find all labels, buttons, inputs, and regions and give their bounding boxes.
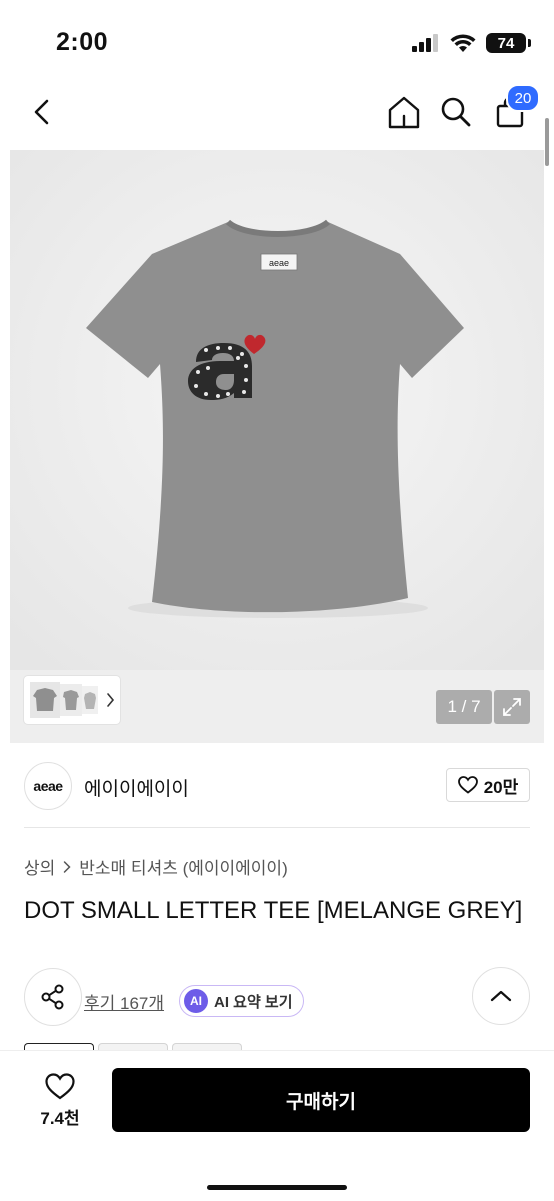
cart-count-badge: 20 bbox=[506, 84, 540, 112]
heart-outline-icon bbox=[45, 1073, 75, 1100]
page-scrollbar[interactable] bbox=[545, 118, 549, 166]
status-indicators: 74 bbox=[412, 33, 531, 53]
product-image-gallery[interactable]: aeae 1 / 7 bbox=[10, 150, 544, 743]
chevron-left-icon bbox=[34, 99, 49, 125]
breadcrumb-category[interactable]: 상의 bbox=[24, 854, 55, 879]
status-bar: 2:00 74 bbox=[0, 0, 554, 80]
heart-outline-icon bbox=[457, 776, 478, 794]
brand-like-button[interactable]: 20만 bbox=[446, 768, 530, 802]
product-title: DOT SMALL LETTER TEE [MELANGE GREY] bbox=[24, 897, 523, 924]
chevron-right-icon bbox=[64, 860, 71, 873]
brand-name[interactable]: 에이이에이이 bbox=[84, 774, 189, 801]
image-page-counter: 1 / 7 bbox=[436, 690, 492, 724]
tee-tag-label: aeae bbox=[269, 258, 289, 268]
review-count-link[interactable]: 후기 167개 bbox=[84, 989, 164, 1014]
breadcrumb: 상의 반소매 티셔츠 (에이이에이이) bbox=[24, 854, 288, 879]
ai-summary-button[interactable]: AI AI 요약 보기 bbox=[179, 985, 304, 1017]
chevron-up-icon bbox=[490, 990, 512, 1002]
share-icon bbox=[41, 984, 64, 1010]
thumbnail-strip[interactable] bbox=[24, 676, 120, 724]
home-button[interactable] bbox=[384, 92, 424, 132]
section-divider bbox=[24, 827, 530, 828]
battery-indicator: 74 bbox=[486, 33, 531, 53]
buy-button[interactable]: 구매하기 bbox=[112, 1068, 530, 1132]
brand-logo[interactable]: aeae bbox=[24, 762, 72, 810]
search-button[interactable] bbox=[436, 92, 476, 132]
ai-summary-label: AI 요약 보기 bbox=[214, 993, 293, 1011]
wishlist-button[interactable]: 7.4천 bbox=[28, 1069, 92, 1133]
search-icon bbox=[441, 97, 471, 127]
cart-button[interactable]: 20 bbox=[490, 84, 540, 132]
scroll-to-top-button[interactable] bbox=[472, 967, 530, 1025]
top-navigation: 20 bbox=[0, 82, 554, 144]
thumbnail-images bbox=[30, 682, 115, 718]
ai-badge-icon: AI bbox=[184, 989, 208, 1013]
expand-icon bbox=[503, 698, 521, 716]
fullscreen-button[interactable] bbox=[494, 690, 530, 724]
back-button[interactable] bbox=[22, 92, 62, 132]
wishlist-count: 7.4천 bbox=[40, 1109, 80, 1128]
brand-row: aeae 에이이에이이 20만 bbox=[24, 760, 530, 812]
home-icon bbox=[388, 96, 420, 129]
share-button[interactable] bbox=[24, 968, 82, 1026]
home-indicator bbox=[207, 1185, 347, 1190]
brand-like-count: 20만 bbox=[483, 777, 519, 797]
bottom-action-bar: 7.4천 구매하기 bbox=[0, 1050, 554, 1201]
product-image: aeae bbox=[10, 150, 544, 670]
wifi-icon bbox=[450, 34, 476, 52]
cellular-signal-icon bbox=[412, 34, 438, 52]
breadcrumb-subcategory[interactable]: 반소매 티셔츠 (에이이에이이) bbox=[79, 854, 287, 879]
status-time: 2:00 bbox=[56, 28, 109, 56]
